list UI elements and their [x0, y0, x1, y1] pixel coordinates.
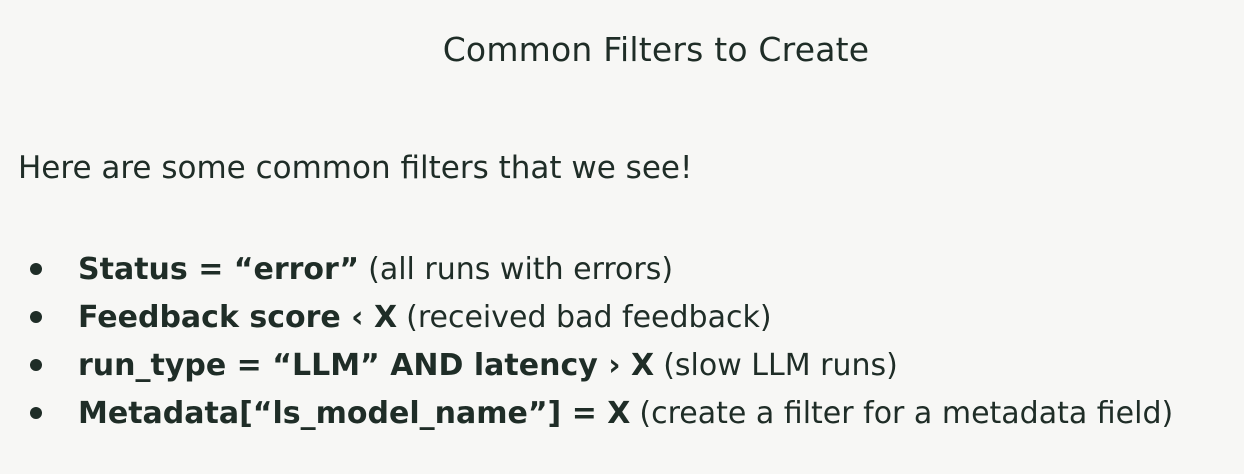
bullet-icon: [30, 407, 42, 419]
filter-description: (received bad feedback): [406, 299, 772, 335]
filter-expression: run_type = “LLM” AND latency › X: [78, 347, 655, 383]
filter-list: Status = “error” (all runs with errors) …: [0, 245, 1173, 437]
bullet-icon: [30, 359, 42, 371]
filter-expression: Status = “error”: [78, 251, 360, 287]
slide: Common Filters to Create Here are some c…: [0, 0, 1244, 474]
bullet-icon: [30, 263, 42, 275]
intro-text: Here are some common filters that we see…: [18, 150, 693, 186]
slide-title: Common Filters to Create: [442, 30, 870, 69]
list-item: Metadata[“ls_model_name”] = X (create a …: [0, 389, 1173, 437]
filter-expression: Feedback score ‹ X: [78, 299, 398, 335]
bullet-icon: [30, 311, 42, 323]
filter-description: (all runs with errors): [368, 251, 674, 287]
filter-description: (slow LLM runs): [663, 347, 898, 383]
list-item: run_type = “LLM” AND latency › X (slow L…: [0, 341, 1173, 389]
filter-description: (create a filter for a metadata field): [639, 395, 1174, 431]
list-item: Status = “error” (all runs with errors): [0, 245, 1173, 293]
list-item: Feedback score ‹ X (received bad feedbac…: [0, 293, 1173, 341]
filter-expression: Metadata[“ls_model_name”] = X: [78, 395, 631, 431]
